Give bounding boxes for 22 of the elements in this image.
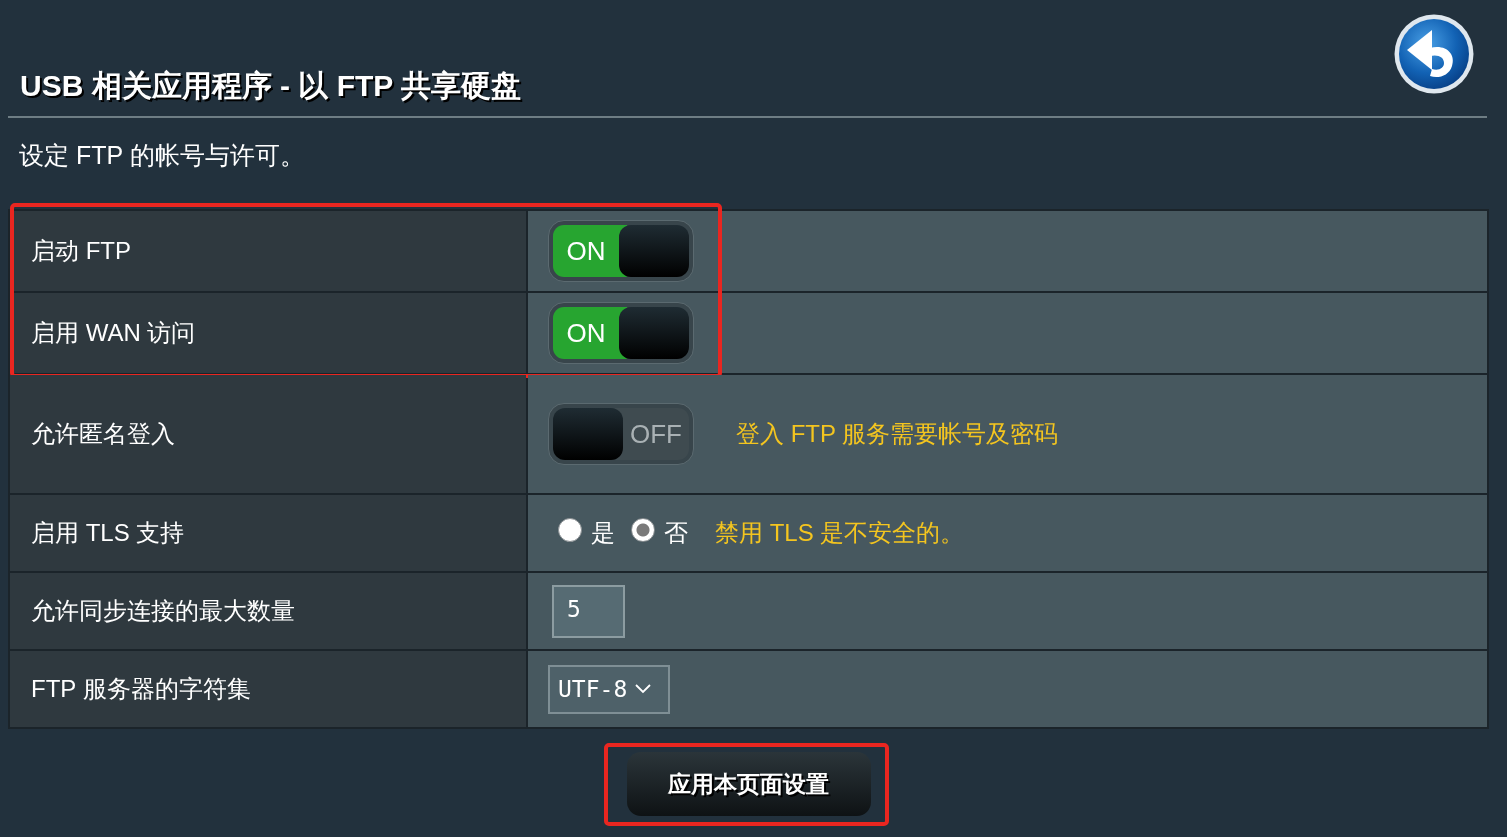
toggle-switch[interactable]: OFF xyxy=(548,403,694,465)
radio-button[interactable] xyxy=(631,518,655,542)
page-description: 设定 FTP 的帐号与许可。 xyxy=(19,140,305,171)
hint-text: 登入 FTP 服务需要帐号及密码 xyxy=(736,419,1059,449)
setting-label: 启用 WAN 访问 xyxy=(31,318,196,348)
setting-label: 启用 TLS 支持 xyxy=(31,518,185,548)
back-icon[interactable] xyxy=(1394,14,1474,94)
setting-label: 允许同步连接的最大数量 xyxy=(31,596,295,626)
page-title: USB 相关应用程序 - 以 FTP 共享硬盘 xyxy=(20,68,522,104)
apply-button[interactable]: 应用本页面设置 xyxy=(626,752,871,816)
radio-button[interactable] xyxy=(558,518,582,542)
toggle-switch[interactable]: ON xyxy=(548,302,694,364)
chevron-down-icon xyxy=(635,684,652,694)
radio-label: 否 xyxy=(664,518,688,548)
number-field[interactable]: 5 xyxy=(552,584,625,638)
setting-label: 允许匿名登入 xyxy=(31,419,175,449)
radio-label: 是 xyxy=(591,518,615,548)
charset-select[interactable]: UTF-8 xyxy=(548,664,670,714)
toggle-switch[interactable]: ON xyxy=(548,220,694,282)
setting-label: 启动 FTP xyxy=(31,236,131,266)
setting-label: FTP 服务器的字符集 xyxy=(31,674,251,704)
hint-text: 禁用 TLS 是不安全的。 xyxy=(715,518,965,548)
